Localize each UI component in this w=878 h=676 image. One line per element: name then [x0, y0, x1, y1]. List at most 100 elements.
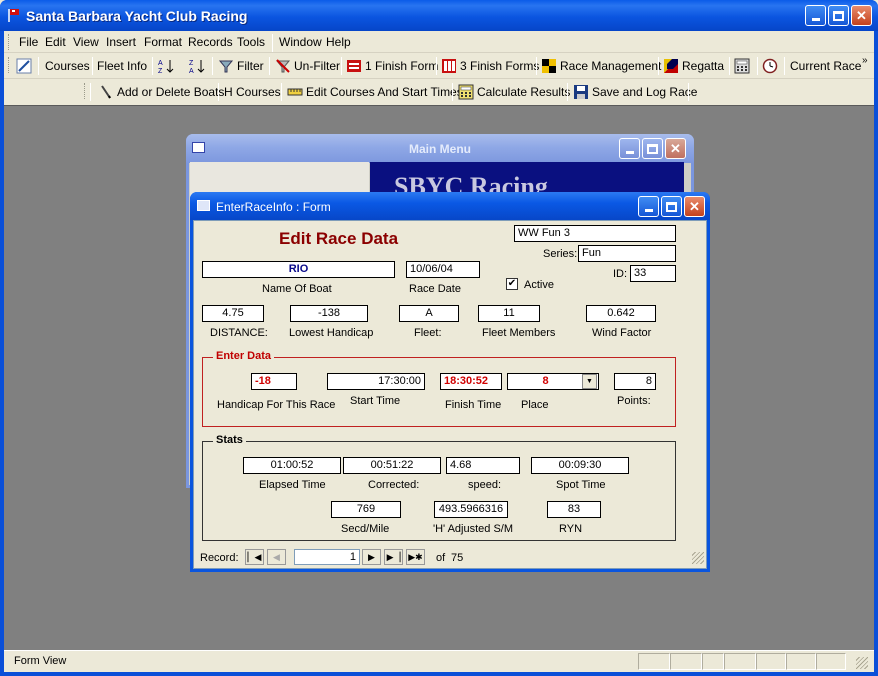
- regatta-button[interactable]: Regatta: [663, 56, 724, 76]
- lowest-handicap-field[interactable]: -138: [290, 305, 368, 322]
- finish-time-field[interactable]: 18:30:52: [440, 373, 502, 390]
- toolbar-separator: [212, 57, 213, 75]
- current-race-button[interactable]: Current Race: [790, 56, 861, 76]
- toolbar-separator: [436, 57, 437, 75]
- enter-data-group: Enter Data -18 Handicap For This Race 17…: [202, 350, 676, 427]
- sort-ascending-button[interactable]: AZ: [158, 56, 177, 76]
- menu-view[interactable]: View: [73, 35, 99, 49]
- next-record-button[interactable]: ▶: [362, 549, 381, 565]
- race-name-field[interactable]: WW Fun 3: [514, 225, 676, 242]
- first-record-button[interactable]: ▏◀: [245, 549, 264, 565]
- menu-help[interactable]: Help: [326, 35, 351, 49]
- menu-edit[interactable]: Edit: [45, 35, 66, 49]
- add-delete-boats-button[interactable]: Add or Delete Boats: [98, 82, 224, 102]
- sort-descending-icon: ZA: [189, 58, 205, 75]
- minimize-button[interactable]: [805, 5, 826, 26]
- last-record-button[interactable]: ▶▕: [384, 549, 403, 565]
- form-heading: Edit Race Data: [279, 229, 399, 248]
- red-forms-icon: [441, 58, 457, 74]
- signal-flag-icon: [663, 58, 679, 74]
- toolbar-grip[interactable]: [8, 57, 11, 73]
- filter-button[interactable]: Filter: [218, 56, 264, 76]
- stats-group: Stats 01:00:52 Elapsed Time 00:51:22 Cor…: [202, 434, 676, 541]
- form-title-bar[interactable]: EnterRaceInfo : Form ✕: [190, 192, 710, 220]
- main-menu-maximize-button[interactable]: [642, 138, 663, 159]
- toolbar-separator: [38, 57, 39, 75]
- fleet-field[interactable]: A: [399, 305, 459, 322]
- fleet-info-button[interactable]: Fleet Info: [97, 56, 147, 76]
- elapsed-time-field[interactable]: 01:00:52: [243, 457, 341, 474]
- svg-text:Z: Z: [158, 68, 163, 74]
- chevron-down-icon[interactable]: ▼: [582, 374, 597, 389]
- main-menu-title-bar[interactable]: Main Menu ✕: [186, 134, 694, 163]
- main-menu-minimize-button[interactable]: [619, 138, 640, 159]
- wind-factor-field[interactable]: 0.642: [586, 305, 656, 322]
- h-courses-button[interactable]: H Courses: [224, 82, 281, 102]
- toolbar-grip[interactable]: [84, 83, 87, 99]
- h-adjusted-field[interactable]: 493.5966316: [434, 501, 508, 518]
- handicap-field[interactable]: -18: [251, 373, 297, 390]
- calculator-button[interactable]: [734, 56, 753, 76]
- corrected-time-field[interactable]: 00:51:22: [343, 457, 441, 474]
- design-view-button[interactable]: [16, 56, 35, 76]
- fleet-members-field[interactable]: 11: [478, 305, 540, 322]
- fleet-members-label: Fleet Members: [482, 327, 556, 339]
- menu-format[interactable]: Format: [144, 35, 182, 49]
- race-date-field[interactable]: 10/06/04: [406, 261, 480, 278]
- menu-records[interactable]: Records: [188, 35, 233, 49]
- menu-grip[interactable]: [8, 34, 11, 50]
- finish-forms-3-button[interactable]: 3 Finish Forms: [441, 56, 539, 76]
- clock-button[interactable]: [762, 56, 781, 76]
- maximize-button[interactable]: [828, 5, 849, 26]
- h-courses-label: H Courses: [224, 85, 281, 99]
- regatta-label: Regatta: [682, 59, 725, 73]
- speed-field[interactable]: 4.68: [446, 457, 520, 474]
- distance-field[interactable]: 4.75: [202, 305, 264, 322]
- red-form-icon: [346, 58, 362, 74]
- toolbar-separator: [152, 57, 153, 75]
- id-field[interactable]: 33: [630, 265, 676, 282]
- close-button[interactable]: ✕: [851, 5, 872, 26]
- form-minimize-button[interactable]: [638, 196, 659, 217]
- resize-grip-icon[interactable]: [692, 552, 704, 564]
- form-icon: [197, 200, 210, 211]
- app-title: Santa Barbara Yacht Club Racing: [26, 8, 248, 24]
- courses-button[interactable]: Courses: [45, 56, 90, 76]
- checkmark-icon: ✔: [507, 278, 517, 289]
- svg-text:A: A: [158, 60, 163, 67]
- maximize-icon: [666, 201, 677, 212]
- menu-insert[interactable]: Insert: [106, 35, 136, 49]
- filter-icon: [218, 58, 234, 74]
- main-menu-close-button[interactable]: ✕: [665, 138, 686, 159]
- finish-form-1-button[interactable]: 1 Finish Form: [346, 56, 438, 76]
- ryn-field[interactable]: 83: [547, 501, 601, 518]
- start-time-field[interactable]: 17:30:00: [327, 373, 425, 390]
- status-pane: [756, 653, 786, 670]
- series-field[interactable]: Fun: [578, 245, 676, 262]
- unfilter-button[interactable]: Un-Filter: [275, 56, 340, 76]
- save-log-race-button[interactable]: Save and Log Race: [573, 82, 697, 102]
- previous-record-button[interactable]: ◀: [267, 549, 286, 565]
- resize-grip-icon[interactable]: [856, 657, 868, 669]
- close-icon: ✕: [856, 7, 867, 23]
- active-checkbox[interactable]: ✔: [506, 278, 518, 290]
- menu-tools[interactable]: Tools: [237, 35, 265, 49]
- form-close-button[interactable]: ✕: [684, 196, 705, 217]
- form-maximize-button[interactable]: [661, 196, 682, 217]
- toolbar-overflow-icon[interactable]: »: [862, 55, 868, 66]
- spot-time-field[interactable]: 00:09:30: [531, 457, 629, 474]
- calculate-results-button[interactable]: Calculate Results: [458, 82, 570, 102]
- edit-courses-button[interactable]: Edit Courses And Start Times: [287, 82, 463, 102]
- previous-record-icon: ◀: [273, 551, 280, 562]
- race-management-button[interactable]: Race Management: [541, 56, 661, 76]
- menu-window[interactable]: Window: [279, 35, 322, 49]
- race-date-label: Race Date: [409, 283, 461, 295]
- sort-descending-button[interactable]: ZA: [189, 56, 208, 76]
- points-field[interactable]: 8: [614, 373, 656, 390]
- boat-name-field[interactable]: RIO: [202, 261, 395, 278]
- new-record-button[interactable]: ▶✱: [406, 549, 425, 565]
- secd-mile-field[interactable]: 769: [331, 501, 401, 518]
- current-record-field[interactable]: 1: [294, 549, 360, 565]
- toolbar-separator: [536, 57, 537, 75]
- menu-file[interactable]: File: [19, 35, 38, 49]
